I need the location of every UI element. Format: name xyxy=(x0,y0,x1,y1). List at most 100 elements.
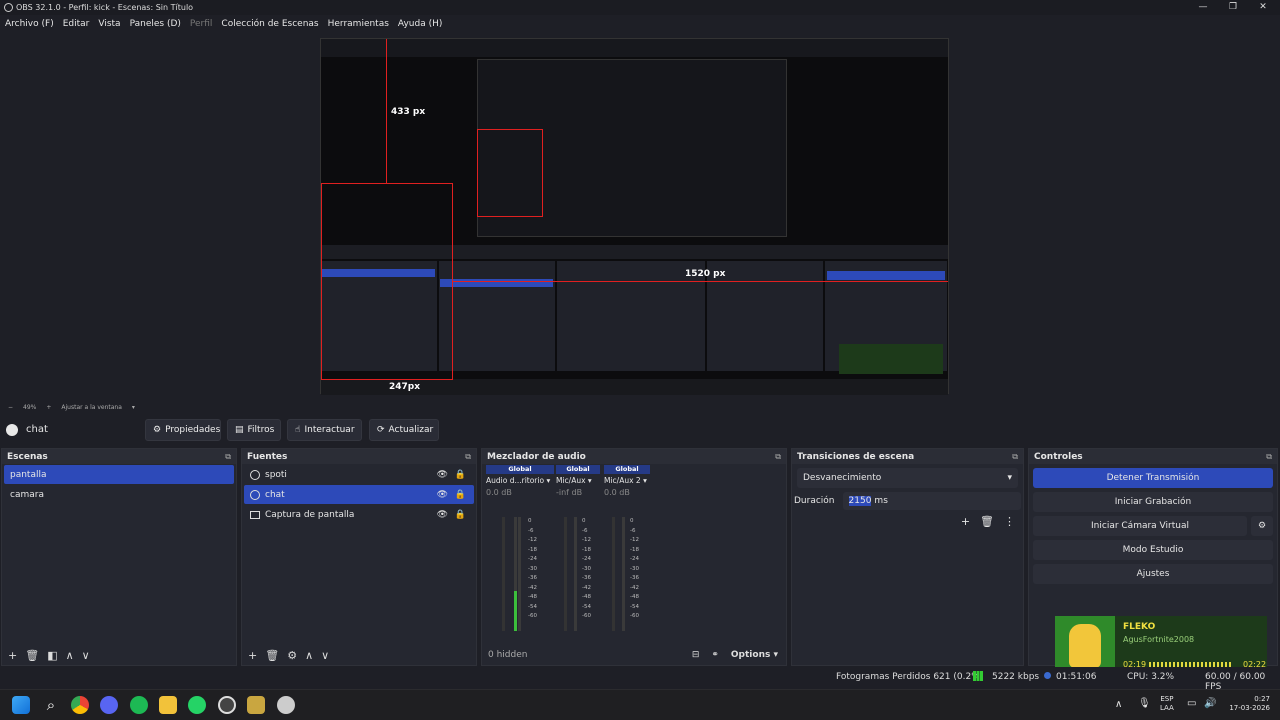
add-icon[interactable]: + xyxy=(248,649,257,662)
volume-icon[interactable]: 🔊 xyxy=(1204,698,1216,709)
channel-scope: Global xyxy=(486,465,554,474)
channel-name[interactable]: Audio d...ritorio ▾ xyxy=(486,476,554,485)
eye-icon[interactable]: 👁 xyxy=(437,490,448,500)
source-item-chat[interactable]: chat 👁 🔒 xyxy=(244,485,474,504)
meter-scale: 0 -6 -12 -18 -24 -30 -36 -42 -48 -54 -60 xyxy=(582,518,591,619)
obs-icon[interactable] xyxy=(218,696,236,714)
trash-icon[interactable]: 🗑 xyxy=(25,649,39,662)
menu-editar[interactable]: Editar xyxy=(63,19,90,29)
channel-scope: Global xyxy=(556,465,600,474)
settings-button[interactable]: Ajustes xyxy=(1033,564,1273,584)
network-icon[interactable]: ▭ xyxy=(1187,698,1196,709)
stream-time: 01:51:06 xyxy=(1056,672,1097,682)
chevron-up-icon[interactable]: ∧ xyxy=(1115,699,1122,710)
menu-herramientas[interactable]: Herramientas xyxy=(328,19,389,29)
lock-icon[interactable]: 🔒 xyxy=(455,510,466,520)
gear-icon[interactable]: ⚙ xyxy=(1251,516,1273,536)
scenes-dock: Escenas ⧉ pantalla camara + 🗑 ◧ ∧ ∨ xyxy=(1,448,237,666)
add-icon[interactable]: + xyxy=(8,649,17,662)
channel-name[interactable]: Mic/Aux 2 ▾ xyxy=(604,476,650,485)
preview-canvas[interactable]: 433 px 1520 px 247px xyxy=(320,38,949,395)
menu-archivo[interactable]: Archivo (F) xyxy=(5,19,54,29)
source-item-captura[interactable]: Captura de pantalla 👁 🔒 xyxy=(244,505,474,524)
properties-button[interactable]: ⚙ Propiedades xyxy=(145,419,221,441)
float-icon[interactable]: ⧉ xyxy=(1012,452,1018,462)
float-icon[interactable]: ⧉ xyxy=(1266,452,1272,462)
minimize-button[interactable]: — xyxy=(1188,0,1218,15)
lock-icon[interactable]: 🔒 xyxy=(455,470,466,480)
eye-icon[interactable]: 👁 xyxy=(437,470,448,480)
trash-icon[interactable]: 🗑 xyxy=(980,515,994,528)
move-down-icon[interactable]: ∨ xyxy=(82,649,90,662)
chevron-down-icon[interactable]: ▾ xyxy=(132,404,135,411)
menu-paneles[interactable]: Paneles (D) xyxy=(130,19,181,29)
zoom-out-icon[interactable]: − xyxy=(8,404,13,411)
channel-name[interactable]: Mic/Aux ▾ xyxy=(556,476,600,485)
move-down-icon[interactable]: ∨ xyxy=(321,649,329,662)
close-button[interactable]: ✕ xyxy=(1248,0,1278,15)
filters-button[interactable]: ▤ Filtros xyxy=(227,419,281,441)
level-meter xyxy=(574,517,577,631)
start-recording-button[interactable]: Iniciar Grabación xyxy=(1033,492,1273,512)
discord-icon[interactable] xyxy=(100,696,118,714)
channel-db: -inf dB xyxy=(556,488,583,497)
trash-icon[interactable]: 🗑 xyxy=(265,649,279,662)
move-up-icon[interactable]: ∧ xyxy=(66,649,74,662)
source-item-spoti[interactable]: spoti 👁 🔒 xyxy=(244,465,474,484)
eye-icon[interactable]: 👁 xyxy=(437,510,448,520)
float-icon[interactable]: ⧉ xyxy=(775,452,781,462)
chrome-icon[interactable] xyxy=(71,696,89,714)
fit-window-button[interactable]: Ajustar a la ventana xyxy=(61,404,122,411)
measure-width-label: 247px xyxy=(389,382,421,392)
measure-vertical-label: 433 px xyxy=(391,107,426,117)
volume-slider[interactable] xyxy=(564,517,567,631)
link-icon[interactable]: ⚭ xyxy=(711,650,719,660)
duration-label: Duración xyxy=(794,496,835,506)
zoom-in-icon[interactable]: + xyxy=(46,404,51,411)
search-icon[interactable]: ⌕ xyxy=(42,696,60,714)
float-icon[interactable]: ⧉ xyxy=(465,452,471,462)
filter-icon[interactable]: ◧ xyxy=(47,649,57,662)
gear-icon: ⚙ xyxy=(153,425,162,435)
menu-vista[interactable]: Vista xyxy=(98,19,120,29)
interact-button[interactable]: ☝ Interactuar xyxy=(287,419,362,441)
menu-perfil[interactable]: Perfil xyxy=(190,19,213,29)
start-virtual-cam-button[interactable]: Iniciar Cámara Virtual xyxy=(1033,516,1247,536)
scene-item-pantalla[interactable]: pantalla xyxy=(4,465,234,484)
app2-icon[interactable] xyxy=(277,696,295,714)
float-icon[interactable]: ⧉ xyxy=(225,452,231,462)
meter-scale: 0 -6 -12 -18 -24 -30 -36 -42 -48 -54 -60 xyxy=(528,518,537,619)
add-icon[interactable]: + xyxy=(961,515,970,528)
layout-icon[interactable]: ⊟ xyxy=(692,650,700,660)
start-icon[interactable] xyxy=(12,696,30,714)
app-icon[interactable] xyxy=(247,696,265,714)
menu-ayuda[interactable]: Ayuda (H) xyxy=(398,19,442,29)
scene-item-camara[interactable]: camara xyxy=(4,485,234,504)
maximize-button[interactable]: ❐ xyxy=(1218,0,1248,15)
volume-slider[interactable] xyxy=(502,517,505,631)
hidden-count[interactable]: 0 hidden xyxy=(488,650,527,660)
transition-select[interactable]: Desvanecimiento ▾ xyxy=(797,468,1018,488)
live-icon xyxy=(1044,672,1051,679)
whatsapp-icon[interactable] xyxy=(188,696,206,714)
mixer-channel-mic2: Global Mic/Aux 2 ▾ 0.0 dB 0 -6 -12 -18 -24 -3… xyxy=(604,465,650,643)
spotify-icon[interactable] xyxy=(130,696,148,714)
volume-slider[interactable] xyxy=(612,517,615,631)
refresh-button[interactable]: ⟳ Actualizar xyxy=(369,419,439,441)
channel-scope: Global xyxy=(604,465,650,474)
options-menu[interactable]: Options ▾ xyxy=(731,650,778,660)
move-up-icon[interactable]: ∧ xyxy=(305,649,313,662)
folder-icon[interactable] xyxy=(159,696,177,714)
controls-title: Controles xyxy=(1034,451,1083,462)
menu-coleccion-escenas[interactable]: Colección de Escenas xyxy=(221,19,318,29)
more-icon[interactable]: ⋮ xyxy=(1004,515,1015,528)
language-indicator[interactable]: ESP LAA xyxy=(1160,695,1174,713)
lock-icon[interactable]: 🔒 xyxy=(455,490,466,500)
mic-icon[interactable]: 🎙 xyxy=(1138,698,1151,709)
duration-input[interactable]: 2150 ms xyxy=(842,492,1021,510)
audio-mixer-dock: Mezclador de audio ⧉ Global Audio d...rit… xyxy=(481,448,787,666)
stop-stream-button[interactable]: Detener Transmisión xyxy=(1033,468,1273,488)
clock[interactable]: 0:27 17-03-2026 xyxy=(1225,695,1270,713)
gear-icon[interactable]: ⚙ xyxy=(287,649,297,662)
studio-mode-button[interactable]: Modo Estudio xyxy=(1033,540,1273,560)
